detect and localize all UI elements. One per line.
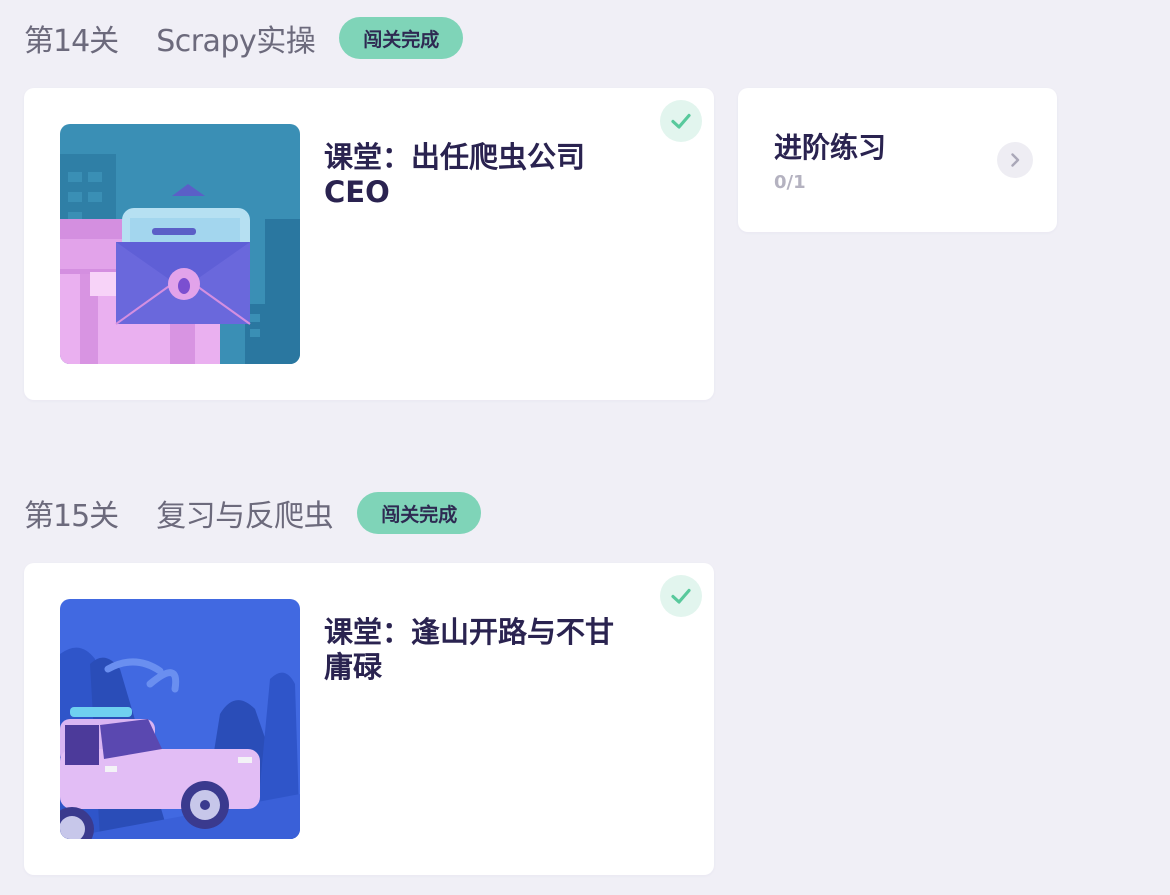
practice-card[interactable]: 进阶练习 0/1 — [738, 88, 1057, 232]
level-name: Scrapy实操 — [156, 24, 316, 59]
status-badge: 闯关完成 — [339, 17, 464, 59]
chevron-right-icon[interactable] — [997, 142, 1033, 178]
lesson-card[interactable]: 课堂：出任爬虫公司CEO — [24, 88, 714, 400]
lesson-title[interactable]: 课堂：逢山开路与不甘庸碌 — [324, 615, 614, 685]
level-15-header: 第15关 复习与反爬虫 闯关完成 — [24, 492, 482, 534]
lesson-title[interactable]: 课堂：出任爬虫公司CEO — [324, 140, 614, 210]
completed-check-icon — [660, 100, 702, 142]
lesson-thumbnail — [60, 124, 300, 364]
level-14-header: 第14关 Scrapy实操 闯关完成 — [24, 17, 464, 59]
status-badge: 闯关完成 — [357, 492, 482, 534]
lesson-thumbnail — [60, 599, 300, 839]
practice-progress: 0/1 — [774, 172, 806, 193]
practice-title: 进阶练习 — [774, 131, 887, 164]
level-name: 复习与反爬虫 — [156, 499, 334, 534]
level-number: 第14关 — [24, 24, 119, 59]
level-number: 第15关 — [24, 499, 119, 534]
lesson-card[interactable]: 课堂：逢山开路与不甘庸碌 — [24, 563, 714, 875]
completed-check-icon — [660, 575, 702, 617]
